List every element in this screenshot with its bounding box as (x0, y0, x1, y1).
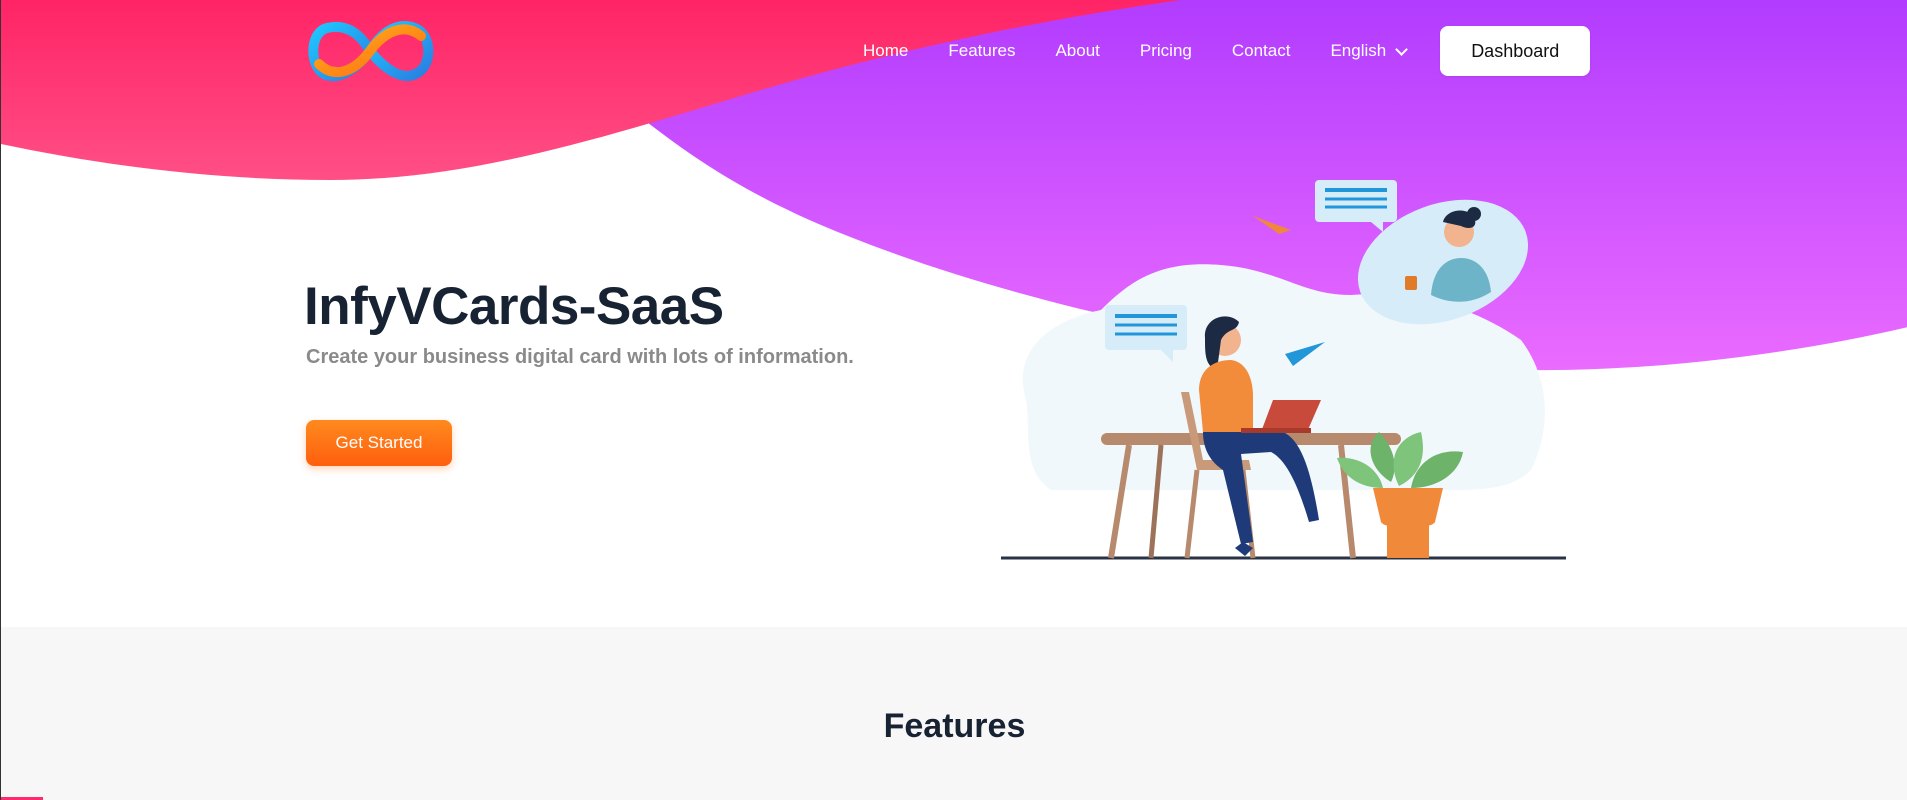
page: Home Features About Pricing Contact Engl… (0, 0, 1907, 800)
nav-link-about[interactable]: About (1055, 41, 1099, 61)
chevron-down-icon (1395, 42, 1409, 56)
infinity-logo-icon[interactable] (303, 18, 437, 84)
features-section: Features (1, 627, 1907, 800)
paper-plane-orange (1253, 216, 1291, 234)
chat-bubble-top (1315, 180, 1397, 232)
get-started-button[interactable]: Get Started (306, 420, 452, 466)
dashboard-button[interactable]: Dashboard (1440, 26, 1591, 76)
woman-shirt (1199, 360, 1253, 432)
hero-background-waves (1, 0, 1907, 371)
nav-link-pricing[interactable]: Pricing (1140, 41, 1192, 61)
language-label: English (1330, 41, 1387, 60)
hero-title: InfyVCards-SaaS (304, 277, 724, 336)
language-dropdown[interactable]: English (1330, 41, 1409, 61)
features-title: Features (883, 707, 1026, 745)
nav-link-features[interactable]: Features (948, 41, 1015, 61)
nav-link-contact[interactable]: Contact (1232, 41, 1291, 61)
main-nav: Home Features About Pricing Contact Engl… (841, 26, 1591, 76)
nav-link-home[interactable]: Home (863, 41, 908, 61)
hero-illustration (1001, 180, 1566, 560)
hero-subtitle: Create your business digital card with l… (306, 346, 854, 368)
